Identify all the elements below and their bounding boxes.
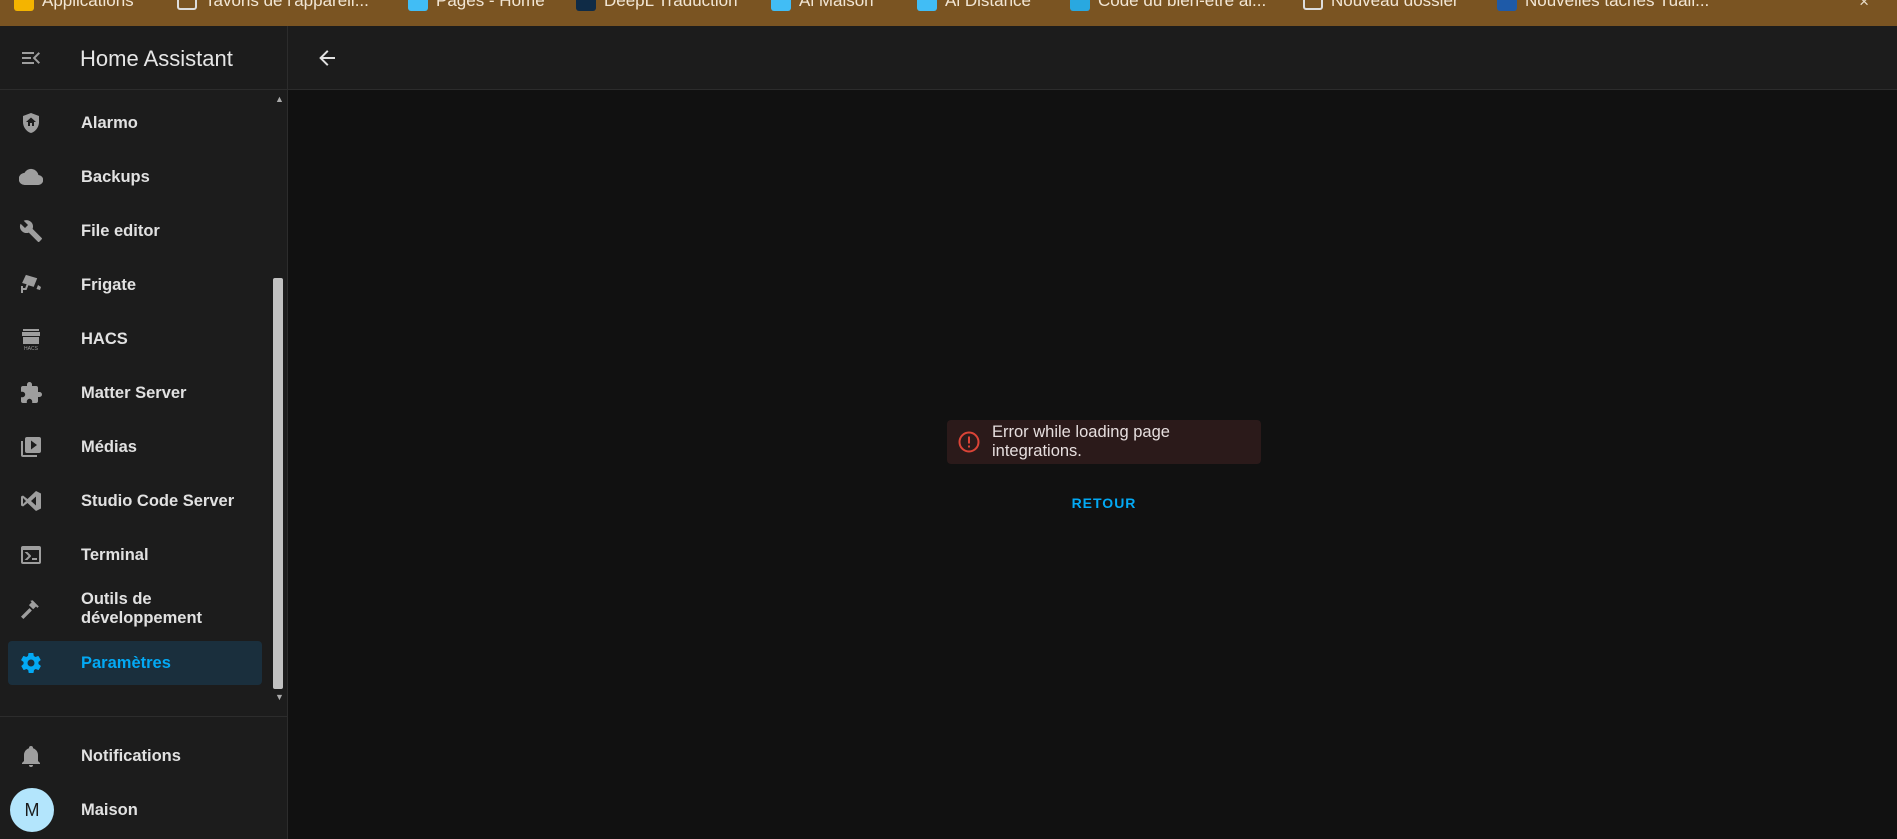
browser-bookmarks-bar: Applications Tavoris de l'appareil... Pa… (0, 0, 1897, 27)
sidebar-item-label: Maison (81, 800, 138, 819)
sidebar: Home Assistant ▲ Alarmo Backups File edi… (0, 26, 288, 839)
sidebar-item-profile[interactable]: Maison (8, 788, 262, 832)
play-box-multiple-icon (21, 437, 41, 457)
cloud-icon (19, 168, 43, 186)
app-title: Home Assistant (80, 46, 233, 71)
sidebar-item-notifications[interactable]: Notifications (8, 734, 262, 778)
arrow-left-icon[interactable] (314, 46, 340, 70)
scroll-up-arrow-icon[interactable]: ▲ (275, 94, 284, 104)
console-icon (21, 546, 41, 564)
sidebar-item-alarmo[interactable]: Alarmo (8, 101, 262, 145)
bookmark-ai-distance[interactable]: Al Distance (917, 0, 1031, 11)
sidebar-item-backups[interactable]: Backups (8, 155, 262, 199)
hammer-icon (21, 600, 39, 619)
sidebar-item-label: Matter Server (81, 383, 187, 402)
code-icon (1070, 0, 1090, 11)
sidebar-item-label: Alarmo (81, 113, 138, 132)
sidebar-item-medias[interactable]: Médias (8, 425, 262, 469)
sidebar-item-label: Backups (81, 167, 150, 186)
vscode-icon (21, 491, 41, 511)
sidebar-item-label: Terminal (81, 545, 149, 564)
sidebar-item-label: Notifications (81, 746, 181, 765)
bookmark-pages-home[interactable]: Pages - Home (408, 0, 545, 11)
sidebar-item-studio-code-server[interactable]: Studio Code Server (8, 479, 262, 523)
bookmark-device[interactable]: Tavoris de l'appareil... (177, 0, 369, 11)
bookmark-code[interactable]: Code du bien-être al... (1070, 0, 1266, 11)
sidebar-item-frigate[interactable]: Frigate (8, 263, 262, 307)
scroll-down-arrow-icon[interactable]: ▼ (275, 692, 284, 702)
cog-icon (21, 653, 41, 673)
sidebar-item-terminal[interactable]: Terminal (8, 533, 262, 577)
folder-icon (177, 0, 197, 10)
shield-home-icon (23, 113, 39, 133)
wrench-icon (19, 220, 42, 242)
deepl-icon (576, 0, 596, 11)
sidebar-item-label: File editor (81, 221, 160, 240)
folder-icon (1303, 0, 1323, 10)
menu-collapse-icon[interactable] (18, 46, 44, 70)
sidebar-item-label: Studio Code Server (81, 491, 235, 510)
sidebar-item-label: Paramètres (81, 653, 171, 672)
bookmark-new-tasks[interactable]: Nouvelles taches Tuali... (1497, 0, 1709, 11)
hacs-icon: HACS (22, 329, 40, 351)
sidebar-item-settings[interactable]: Paramètres (8, 641, 262, 685)
alert-circle-icon (958, 431, 980, 453)
error-alert: Error while loading page integrations. (947, 420, 1261, 464)
sidebar-item-label: Médias (81, 437, 137, 456)
bookmarks-overflow-close-icon[interactable]: × (1859, 0, 1869, 12)
sidebar-item-file-editor[interactable]: File editor (8, 209, 262, 253)
error-message: Error while loading page integrations. (992, 423, 1170, 460)
sidebar-item-label: HACS (81, 329, 128, 348)
home-assistant-icon (771, 0, 791, 11)
sidebar-scrollbar-thumb[interactable] (273, 278, 283, 689)
main-toolbar (288, 26, 1897, 90)
sidebar-divider (0, 716, 287, 717)
bookmark-new-folder[interactable]: Nouveau dossier (1303, 0, 1459, 11)
home-assistant-icon (917, 0, 937, 11)
sidebar-item-dev-tools[interactable]: Outils de développement (8, 587, 262, 631)
apps-grid-icon (14, 0, 34, 11)
sidebar-header: Home Assistant (0, 26, 287, 90)
sidebar-item-matter-server[interactable]: Matter Server (8, 371, 262, 415)
home-assistant-icon (408, 0, 428, 11)
back-button[interactable]: RETOUR (1064, 488, 1144, 518)
bookmark-applications[interactable]: Applications (14, 0, 134, 11)
sidebar-item-hacs[interactable]: HACS HACS (8, 317, 262, 361)
cctv-icon (21, 274, 41, 293)
bookmark-ai-maison[interactable]: Al Maison (771, 0, 874, 11)
puzzle-icon (21, 382, 42, 403)
bookmark-deepl[interactable]: DeepL Traduction (576, 0, 738, 11)
bell-icon (22, 746, 40, 767)
sidebar-item-label: Outils de développement (81, 590, 203, 627)
tasks-icon (1497, 0, 1517, 11)
sidebar-item-label: Frigate (81, 275, 137, 294)
svg-text:HACS: HACS (24, 346, 39, 351)
